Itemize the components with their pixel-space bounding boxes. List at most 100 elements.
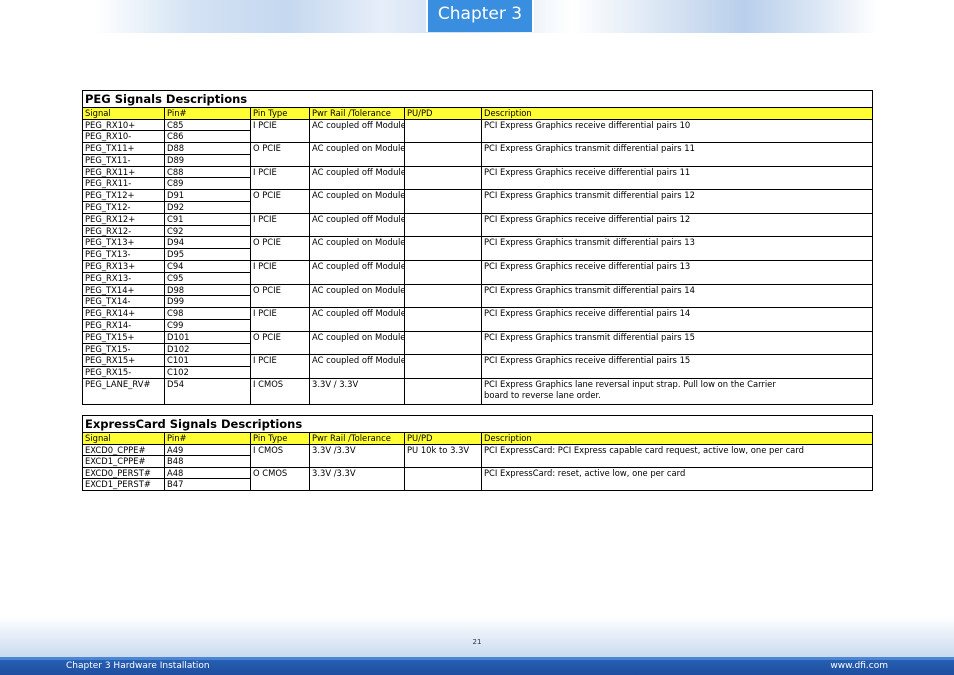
pwr-rail-cell: AC coupled off Module <box>309 260 405 285</box>
description-cell: PCI Express Graphics receive differentia… <box>481 307 873 332</box>
signal-cell: PEG_RX15- <box>82 366 165 380</box>
signal-cell: PEG_TX14- <box>82 295 165 309</box>
description-cell: PCI ExpressCard: reset, active low, one … <box>480 466 874 491</box>
signal-cell: PEG_TX11- <box>82 154 165 167</box>
pwr-rail-cell: AC coupled on Module <box>309 330 405 356</box>
pin-cell: C101 <box>164 354 251 368</box>
col-header-description: Description <box>480 432 874 445</box>
description-cell: PCI Express Graphics receive differentia… <box>481 118 873 144</box>
pin-cell: C98 <box>164 307 251 321</box>
pin-type-cell: I CMOS <box>250 378 310 406</box>
pu-pd-cell <box>404 330 482 356</box>
signal-cell: PEG_RX10- <box>82 130 165 144</box>
col-header-pwr-rail: Pwr Rail /Tolerance <box>309 432 405 445</box>
description-cell: PCI ExpressCard: PCI Express capable car… <box>480 443 874 468</box>
pin-type-cell: I PCIE <box>250 354 310 380</box>
pin-cell: D54 <box>164 378 251 406</box>
pin-cell: C89 <box>164 177 251 191</box>
table-row: PEG_RX10+ C85 I PCIE AC coupled off Module P… <box>82 118 873 144</box>
pin-cell: D91 <box>164 189 251 203</box>
signal-cell: PEG_TX13- <box>82 248 165 262</box>
description-cell: PCI Express Graphics transmit differenti… <box>481 189 873 214</box>
pwr-rail-cell: AC coupled off Module <box>309 354 405 380</box>
description-cell: PCI Express Graphics transmit differenti… <box>481 142 873 167</box>
pin-cell: D99 <box>164 295 251 309</box>
pin-cell: D102 <box>164 343 251 356</box>
pu-pd-cell <box>404 283 482 309</box>
pin-cell: D95 <box>164 248 251 262</box>
signal-cell: PEG_RX10+ <box>82 118 165 132</box>
signal-cell: PEG_TX15+ <box>82 330 165 344</box>
pin-type-cell: I PCIE <box>250 165 310 191</box>
signal-cell: EXCD1_CPPE# <box>82 455 165 468</box>
table-row: EXCD0_CPPE# A49 I CMOS 3.3V /3.3V PU 10k to … <box>82 443 874 468</box>
chapter-tab: Chapter 3 <box>426 0 534 32</box>
pin-cell: D92 <box>164 201 251 214</box>
pu-pd-cell <box>404 189 482 214</box>
footer-bar: Chapter 3 Hardware Installation www.dfi.… <box>0 657 954 675</box>
pu-pd-cell <box>404 212 482 238</box>
signal-cell: PEG_TX13+ <box>82 236 165 250</box>
pin-cell: C94 <box>164 260 251 273</box>
pin-type-cell: O PCIE <box>250 236 310 262</box>
pin-cell: C92 <box>164 225 251 238</box>
description-cell: PCI Express Graphics lane reversal input… <box>481 378 873 406</box>
description-cell: PCI Express Graphics transmit differenti… <box>481 283 873 309</box>
signal-cell: PEG_RX12+ <box>82 212 165 226</box>
pwr-rail-cell: AC coupled on Module <box>309 189 405 214</box>
col-header-signal: Signal <box>82 107 165 120</box>
pin-cell: C95 <box>164 272 251 285</box>
page-number: 21 <box>472 638 482 646</box>
table-row: PEG_TX11+ D88 O PCIE AC coupled on Module PC… <box>82 142 873 167</box>
expresscard-section-title: ExpressCard Signals Descriptions <box>81 415 874 433</box>
description-cell: PCI Express Graphics receive differentia… <box>481 354 873 380</box>
col-header-pu-pd: PU/PD <box>404 107 482 120</box>
signal-cell: PEG_RX13+ <box>82 260 165 273</box>
col-header-pwr-rail: Pwr Rail /Tolerance <box>309 107 405 120</box>
signal-cell: PEG_TX15- <box>82 343 165 356</box>
pu-pd-cell: PU 10k to 3.3V <box>404 443 482 468</box>
signal-cell: PEG_LANE_RV# <box>82 378 165 406</box>
signal-cell: PEG_RX15+ <box>82 354 165 368</box>
footer-band <box>0 617 954 657</box>
pin-cell: C85 <box>164 118 251 132</box>
pin-cell: B48 <box>164 455 251 468</box>
table-row: PEG_TX15+ D101 O PCIE AC coupled on Module P… <box>82 330 873 356</box>
pin-cell: D89 <box>164 154 251 167</box>
col-header-pin: Pin# <box>164 107 251 120</box>
description-line: board to reverse lane order. <box>484 389 601 400</box>
pu-pd-cell <box>404 378 482 406</box>
description-cell: PCI Express Graphics transmit differenti… <box>481 236 873 262</box>
footer-website: www.dfi.com <box>830 661 888 671</box>
col-header-pin: Pin# <box>164 432 251 445</box>
pin-cell: D94 <box>164 236 251 250</box>
signal-cell: EXCD0_PERST# <box>82 466 165 479</box>
pin-cell: D98 <box>164 283 251 297</box>
pwr-rail-cell: AC coupled on Module <box>309 283 405 309</box>
pin-cell: C91 <box>164 212 251 226</box>
pu-pd-cell <box>404 236 482 262</box>
peg-signals-table: PEG Signals Descriptions Signal Pin# Pin… <box>82 90 873 406</box>
footer-chapter-label: Chapter 3 Hardware Installation <box>66 661 210 671</box>
expresscard-signals-table: ExpressCard Signals Descriptions Signal … <box>81 415 874 491</box>
pwr-rail-cell: 3.3V / 3.3V <box>309 378 405 406</box>
col-header-description: Description <box>481 107 873 120</box>
col-header-signal: Signal <box>82 432 165 445</box>
signal-cell: PEG_RX13- <box>82 272 165 285</box>
signal-cell: PEG_TX14+ <box>82 283 165 297</box>
pin-cell: C99 <box>164 319 251 332</box>
pu-pd-cell <box>404 354 482 380</box>
pin-type-cell: O PCIE <box>250 189 310 214</box>
pin-cell: A49 <box>164 443 251 456</box>
pin-type-cell: I CMOS <box>250 443 310 468</box>
pwr-rail-cell: 3.3V /3.3V <box>309 443 405 468</box>
pin-cell: A48 <box>164 466 251 479</box>
pwr-rail-cell: AC coupled off Module <box>309 307 405 332</box>
pu-pd-cell <box>404 165 482 191</box>
signal-cell: PEG_RX14+ <box>82 307 165 321</box>
pu-pd-cell <box>404 260 482 285</box>
pin-cell: C102 <box>164 366 251 380</box>
col-header-pin-type: Pin Type <box>250 432 310 445</box>
col-header-pu-pd: PU/PD <box>404 432 482 445</box>
pin-cell: D88 <box>164 142 251 155</box>
